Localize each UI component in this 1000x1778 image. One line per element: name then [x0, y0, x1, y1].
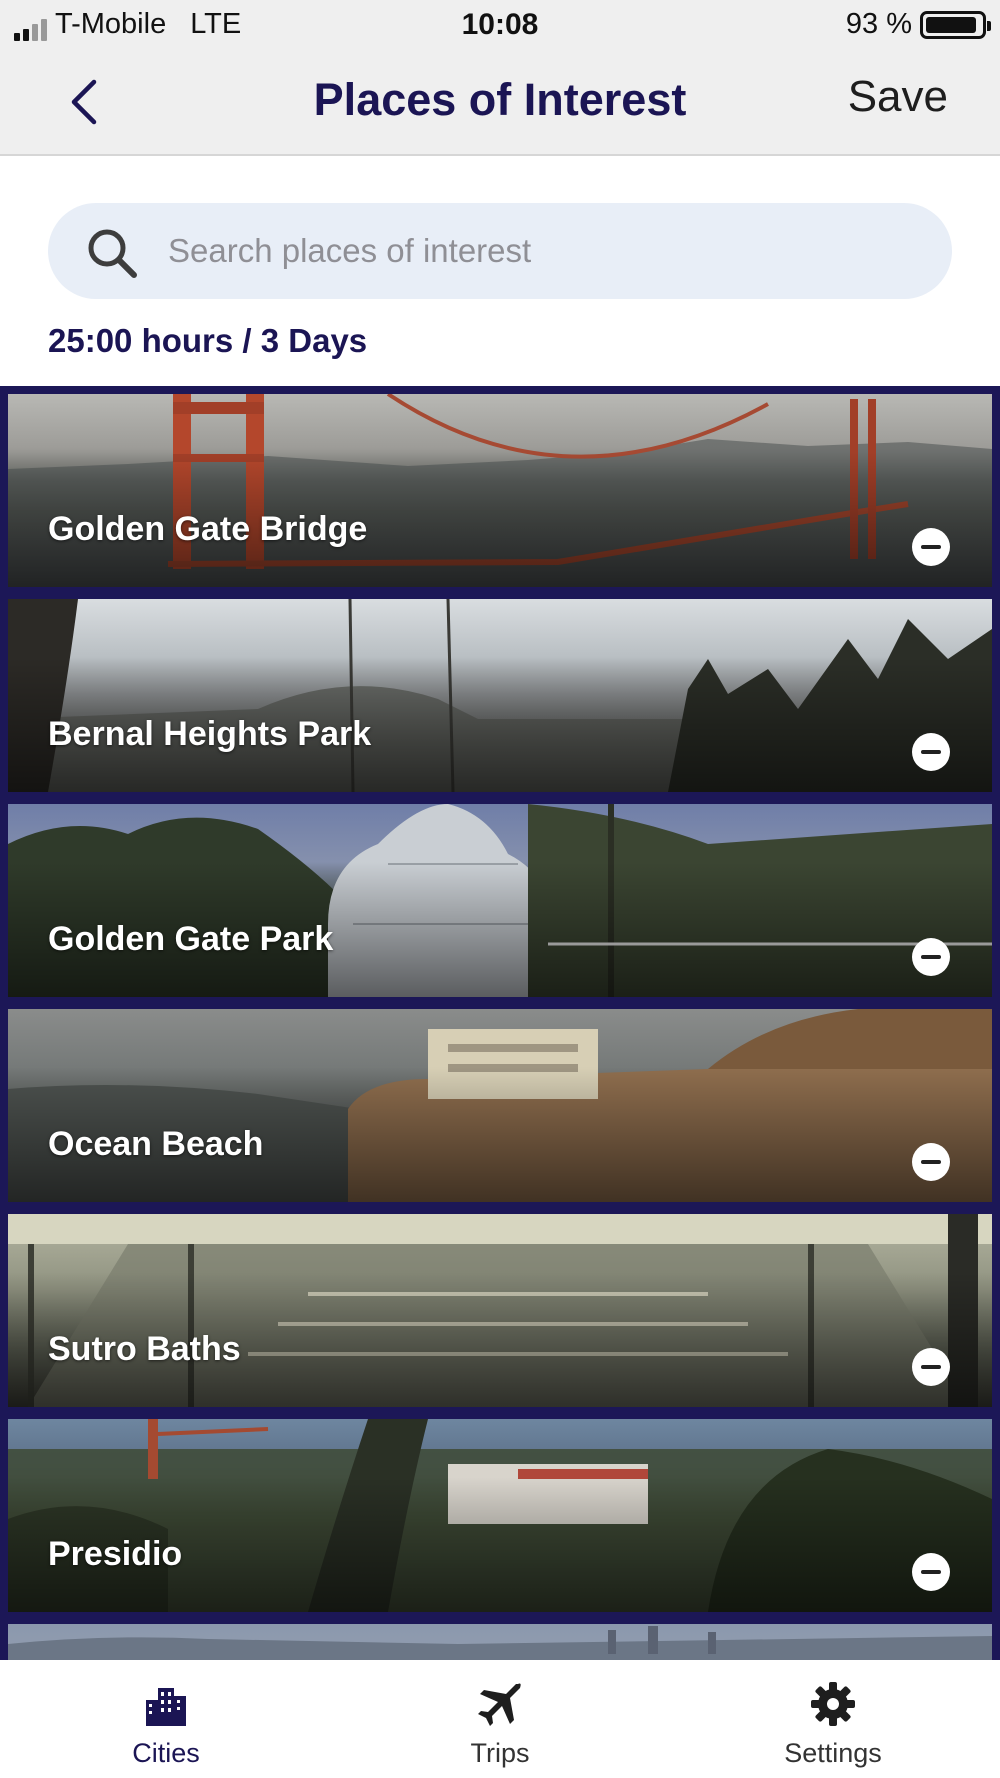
photo-shade: [8, 1419, 992, 1612]
tab-bar: Cities Trips Settings: [0, 1660, 1000, 1778]
gear-icon: [811, 1682, 855, 1726]
status-right: 93 %: [845, 8, 991, 41]
place-photo: [8, 1624, 992, 1660]
trip-duration-summary: 25:00 hours / 3 Days: [48, 322, 368, 359]
airplane-icon: [478, 1683, 521, 1726]
place-card[interactable]: Bernal Heights Park: [8, 599, 992, 792]
place-card[interactable]: Sutro Baths: [8, 1214, 992, 1407]
place-card[interactable]: Golden Gate Bridge: [8, 394, 992, 587]
place-name: Bernal Heights Park: [48, 715, 372, 753]
navigation-bar: Places of Interest Save: [0, 50, 1000, 156]
tab-cities[interactable]: Cities: [66, 1660, 266, 1778]
battery-fill: [926, 16, 977, 33]
place-card-partial[interactable]: [8, 1624, 992, 1660]
place-name: Golden Gate Park: [48, 920, 334, 958]
place-name: Golden Gate Bridge: [48, 510, 368, 548]
place-card[interactable]: Golden Gate Park: [8, 804, 992, 997]
place-card[interactable]: Presidio: [8, 1419, 992, 1612]
place-name: Ocean Beach: [48, 1125, 264, 1163]
tab-label: Cities: [132, 1738, 200, 1768]
search-bar[interactable]: [48, 203, 952, 299]
tab-trips[interactable]: Trips: [400, 1660, 600, 1778]
status-bar: T-Mobile LTE 10:08 93 %: [0, 0, 1000, 50]
place-card[interactable]: Ocean Beach: [8, 1009, 992, 1202]
tab-label: Trips: [470, 1738, 530, 1768]
photo-shade: [8, 394, 992, 587]
minus-circle-icon[interactable]: [912, 528, 950, 566]
tab-settings[interactable]: Settings: [733, 1660, 933, 1778]
minus-circle-icon[interactable]: [912, 1143, 950, 1181]
photo-shade: [8, 804, 992, 997]
minus-circle-icon[interactable]: [912, 938, 950, 976]
search-input[interactable]: [168, 203, 928, 299]
battery-icon: [920, 10, 991, 39]
battery-percentage: 93 %: [845, 8, 912, 40]
save-button[interactable]: Save: [848, 72, 948, 122]
photo-shade: [8, 1214, 992, 1407]
minus-circle-icon[interactable]: [912, 1553, 950, 1591]
search-icon: [88, 229, 137, 278]
minus-circle-icon[interactable]: [912, 733, 950, 771]
photo-shade: [8, 1009, 992, 1202]
minus-circle-icon[interactable]: [912, 1348, 950, 1386]
place-name: Sutro Baths: [48, 1330, 241, 1368]
place-name: Presidio: [48, 1535, 183, 1573]
tab-label: Settings: [784, 1738, 882, 1768]
photo-shade: [8, 599, 992, 792]
places-list[interactable]: Golden Gate Bridge Bernal Heights Park G…: [0, 386, 1000, 1660]
city-buildings-icon: [146, 1688, 186, 1726]
